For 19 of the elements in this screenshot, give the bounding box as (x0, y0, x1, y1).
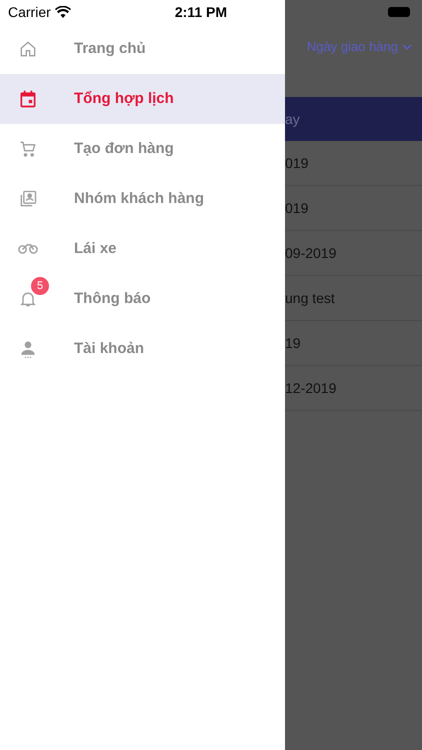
table-cell-text: 09-2019 (285, 244, 336, 262)
column-header: ay (285, 110, 300, 129)
table-cell-text: 019 (285, 198, 308, 218)
table-cell-text: 019 (285, 154, 308, 172)
wifi-icon (54, 6, 71, 18)
home-icon (18, 39, 38, 59)
cart-icon (18, 139, 38, 159)
calendar-icon (18, 89, 38, 109)
contact-card-icon (18, 189, 38, 209)
carrier-label: Carrier (8, 2, 51, 22)
chevron-down-icon (402, 43, 412, 51)
status-time: 2:11 PM (174, 2, 227, 22)
notification-badge: 5 (31, 277, 49, 295)
battery-icon (388, 7, 410, 17)
table-cell-text: 12-2019 (285, 378, 336, 398)
table-cell-text: ung test (285, 288, 335, 308)
bicycle-icon (18, 244, 38, 254)
table-cell-text: 19 (285, 334, 301, 352)
menu-item[interactable]: Tổng hợp lịch (0, 74, 285, 124)
